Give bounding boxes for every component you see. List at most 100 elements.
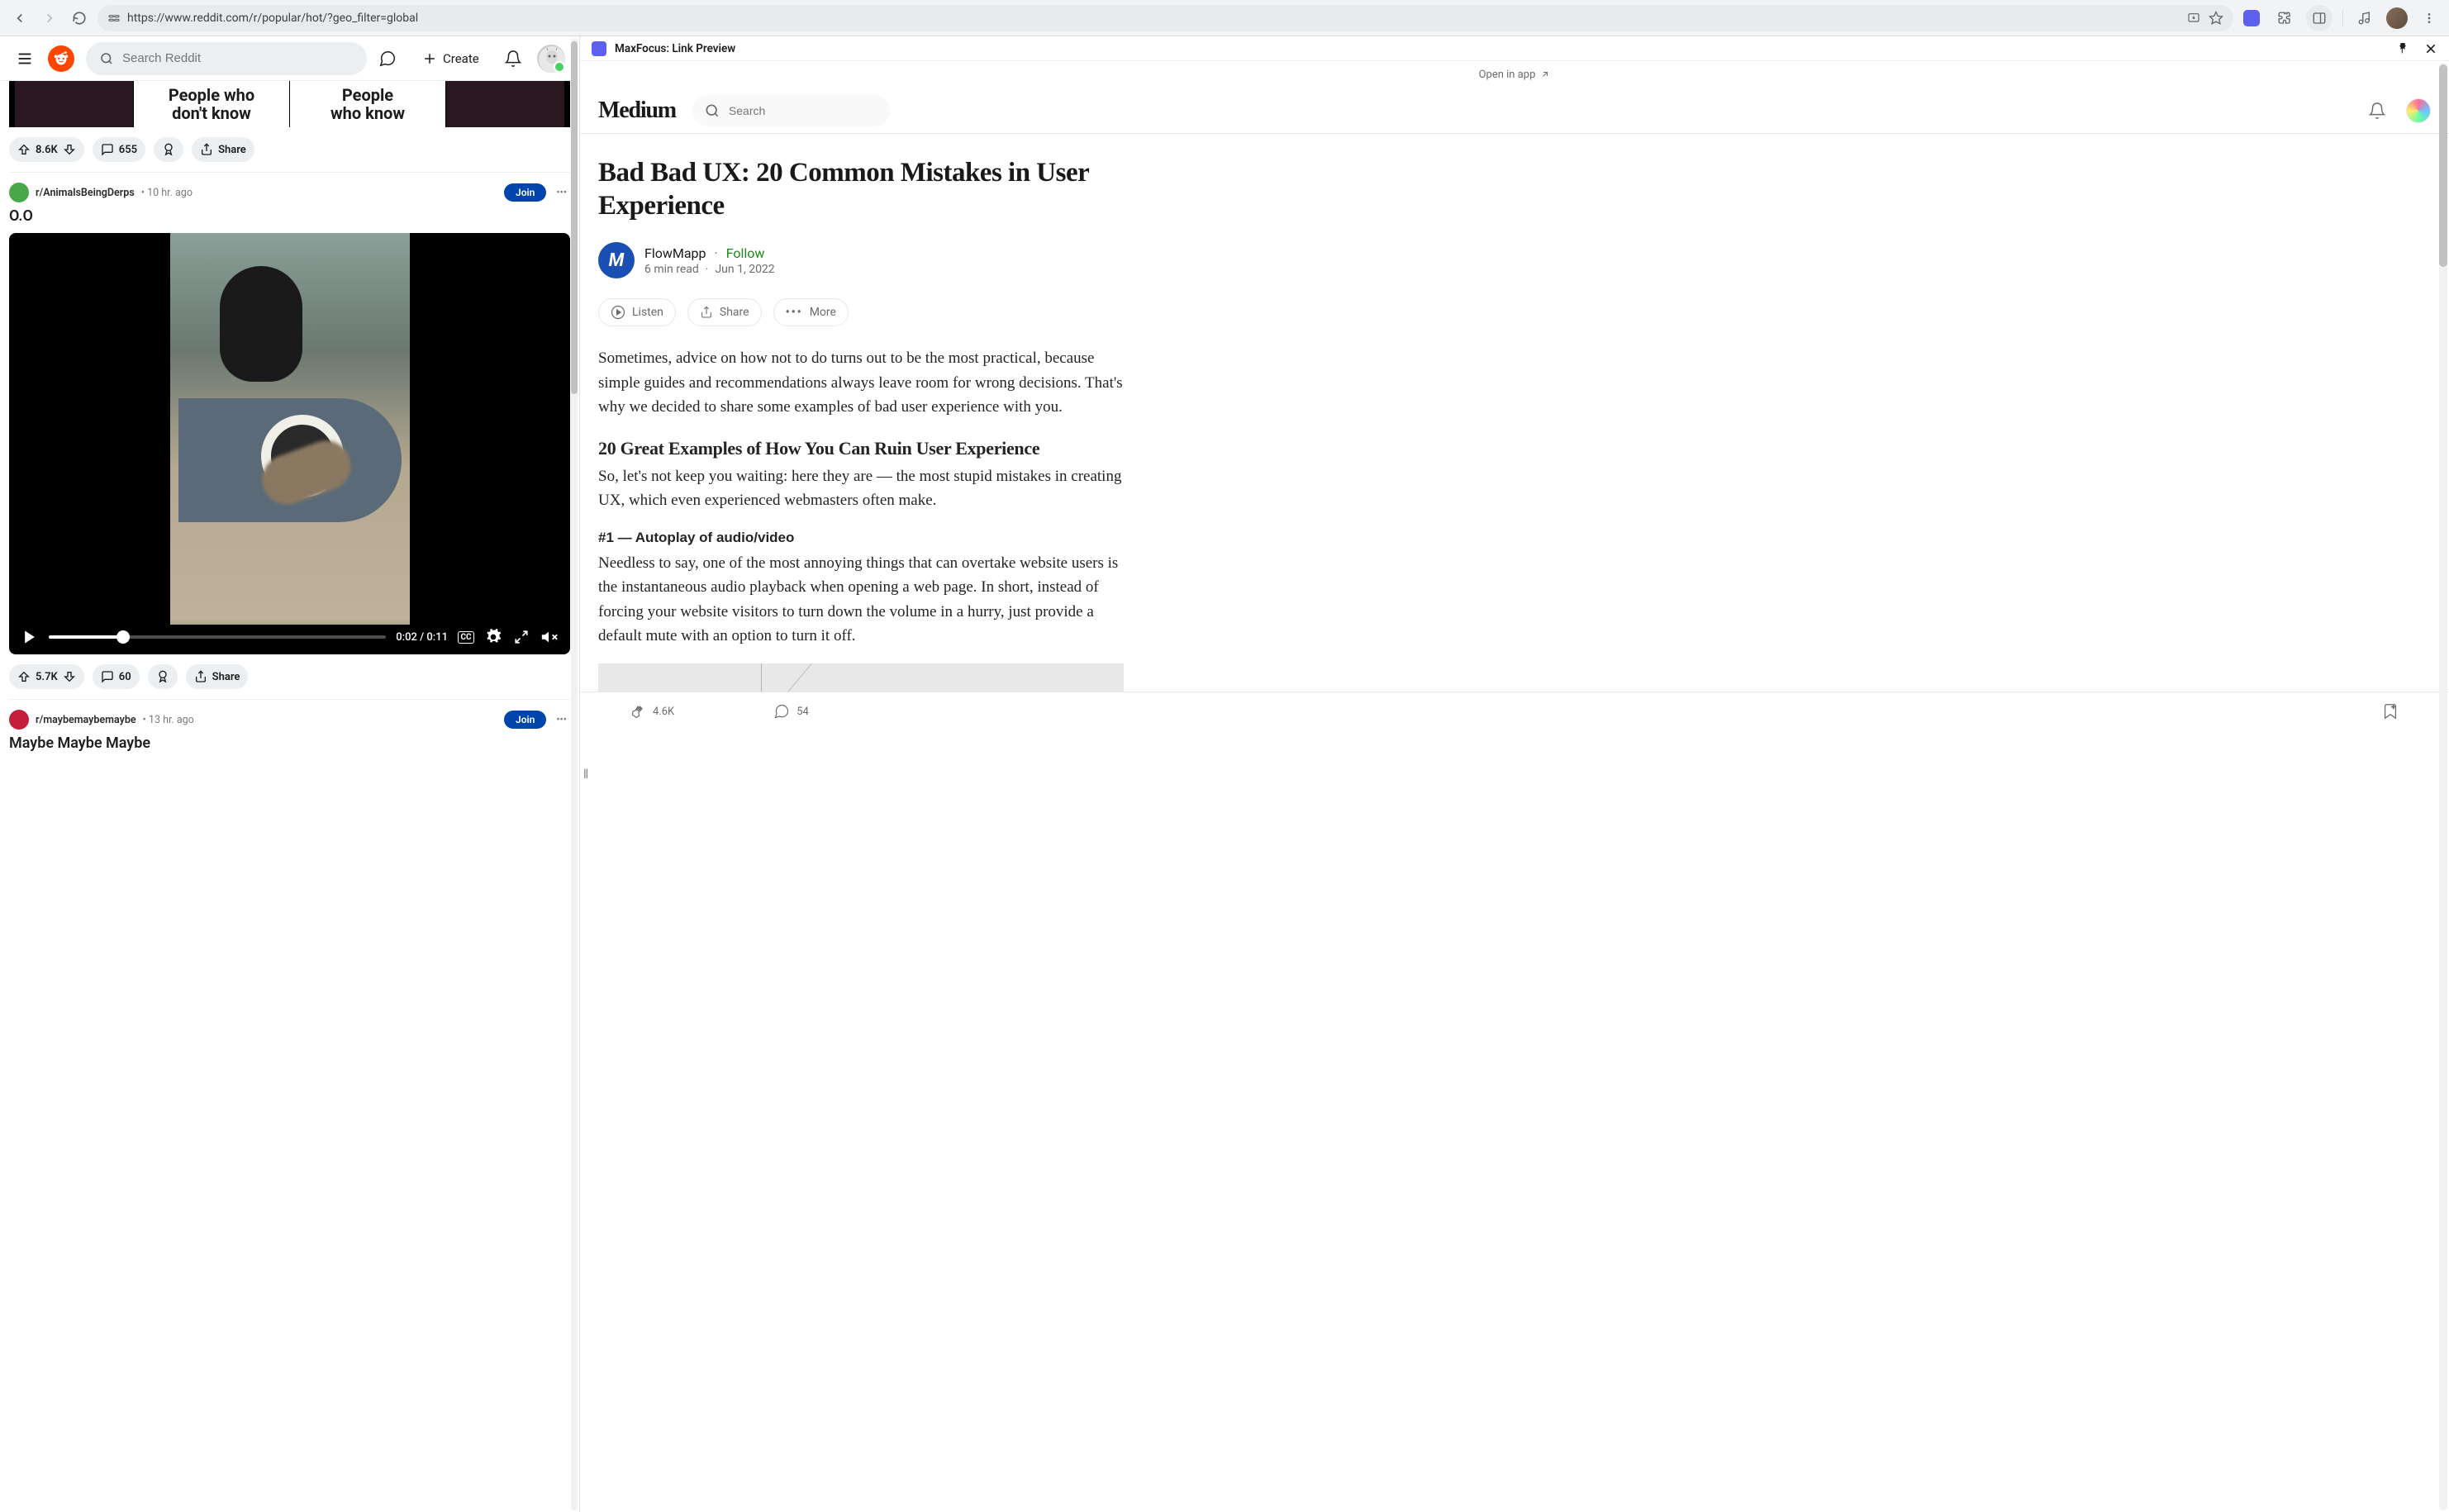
preview-content: Open in app Medium Bad Bad UX: 20 Common [580,61,2449,1512]
follow-button[interactable]: Follow [726,245,765,261]
reddit-pane: Create People who don't know People [0,36,580,1512]
captions-button[interactable]: CC [458,631,474,644]
clap-button[interactable]: 4.6K [630,703,674,720]
forward-button[interactable] [38,7,61,30]
reddit-search[interactable] [86,42,367,75]
comments-button[interactable]: 60 [93,664,140,689]
award-button[interactable] [148,664,178,689]
pane-divider[interactable]: ‖ [578,764,593,784]
author-name[interactable]: FlowMapp [644,245,706,261]
menu-icon[interactable] [2418,7,2441,30]
article-subheading: #1 — Autoplay of audio/video [598,527,1124,549]
menu-button[interactable] [13,47,36,70]
share-button[interactable]: Share [192,137,254,162]
post-image-partial[interactable]: People who don't know People who know [9,81,570,127]
extension-maxfocus-icon[interactable] [2240,7,2263,30]
listen-button[interactable]: Listen [598,298,676,326]
chat-button[interactable] [378,50,397,68]
scrollbar[interactable] [2439,63,2447,1510]
award-icon [156,670,169,683]
post-more-button[interactable]: ••• [553,714,570,726]
open-in-app[interactable]: Open in app [580,61,2449,88]
notifications-button[interactable] [2368,102,2386,120]
reddit-logo[interactable] [48,45,74,72]
join-button[interactable]: Join [504,711,546,729]
extensions-icon[interactable] [2273,7,2296,30]
comments-button[interactable]: 655 [93,137,145,162]
medium-search-input[interactable] [729,104,878,117]
bookmark-star-icon[interactable] [2209,11,2223,26]
author-row: M FlowMapp · Follow 6 min read · Jun 1, … [598,242,1124,278]
upvote-icon[interactable] [17,670,31,683]
downvote-icon[interactable] [63,143,76,156]
url-bar[interactable]: https://www.reddit.com/r/popular/hot/?ge… [97,5,2233,31]
share-icon [194,670,207,683]
article-paragraph: Sometimes, advice on how not to do turns… [598,346,1124,419]
play-button[interactable] [21,628,39,646]
medium-search[interactable] [692,95,890,126]
medium-header: Medium [580,88,2449,134]
downvote-icon[interactable] [63,670,76,683]
more-button[interactable]: ••• More [773,298,849,326]
notifications-button[interactable] [504,50,522,68]
video-controls: 0:02 / 0:11 CC [9,620,570,654]
volume-button[interactable] [540,628,559,646]
reddit-header: Create [0,36,579,81]
user-avatar[interactable] [537,45,565,73]
subreddit-name[interactable]: r/AnimalsBeingDerps [36,187,135,199]
article-paragraph: Needless to say, one of the most annoyin… [598,551,1124,649]
responses-button[interactable]: 54 [773,703,809,720]
vote-pill[interactable]: 8.6K [9,137,84,162]
award-button[interactable] [154,137,183,162]
fullscreen-button[interactable] [512,628,530,646]
install-icon[interactable] [2187,12,2200,25]
post-title[interactable]: O.O [9,202,570,233]
publish-date: Jun 1, 2022 [715,263,774,276]
bookmark-icon [2381,702,2399,720]
medium-footer: 4.6K 54 [580,692,2449,731]
bookmark-button[interactable] [2381,702,2399,720]
browser-toolbar: https://www.reddit.com/r/popular/hot/?ge… [0,0,2449,36]
share-icon [200,143,213,156]
author-avatar[interactable]: M [598,242,635,278]
extension-logo [592,41,606,56]
video-time: 0:02 / 0:11 [396,631,448,644]
media-control-icon[interactable] [2353,7,2376,30]
post-header: r/AnimalsBeingDerps • 10 hr. ago Join ••… [9,173,570,202]
medium-avatar[interactable] [2406,98,2431,123]
subreddit-avatar[interactable] [9,710,29,730]
comment-icon [101,143,114,156]
url-text: https://www.reddit.com/r/popular/hot/?ge… [127,12,418,25]
close-button[interactable] [2424,42,2437,55]
pin-button[interactable] [2396,42,2409,55]
post-title[interactable]: Maybe Maybe Maybe [9,730,570,752]
side-panel-button[interactable] [2306,5,2332,31]
back-button[interactable] [8,7,31,30]
subreddit-avatar[interactable] [9,183,29,202]
extension-title: MaxFocus: Link Preview [615,42,735,55]
profile-avatar[interactable] [2386,7,2408,29]
scrollbar[interactable] [571,38,578,1510]
vote-pill[interactable]: 5.7K [9,664,84,689]
clap-icon [630,703,646,720]
join-button[interactable]: Join [504,183,546,202]
search-input[interactable] [122,51,354,65]
subreddit-name[interactable]: r/maybemaybemaybe [36,714,136,726]
video-player[interactable]: 0:02 / 0:11 CC [9,233,570,654]
award-icon [162,143,175,156]
upvote-icon[interactable] [17,143,31,156]
post-more-button[interactable]: ••• [553,187,570,199]
comment-icon [773,703,790,720]
create-button[interactable]: Create [411,45,489,72]
share-button[interactable]: Share [186,664,249,689]
read-time: 6 min read [644,263,699,276]
article-image [598,663,1124,692]
medium-logo[interactable]: Medium [598,97,676,124]
share-button[interactable]: Share [687,298,762,326]
share-icon [700,306,713,319]
progress-bar[interactable] [49,635,386,639]
reload-button[interactable] [68,7,91,30]
extension-pane: MaxFocus: Link Preview Open in app Mediu… [580,36,2449,1512]
post-header: r/maybemaybemaybe • 13 hr. ago Join ••• [9,700,570,730]
settings-button[interactable] [484,628,502,646]
